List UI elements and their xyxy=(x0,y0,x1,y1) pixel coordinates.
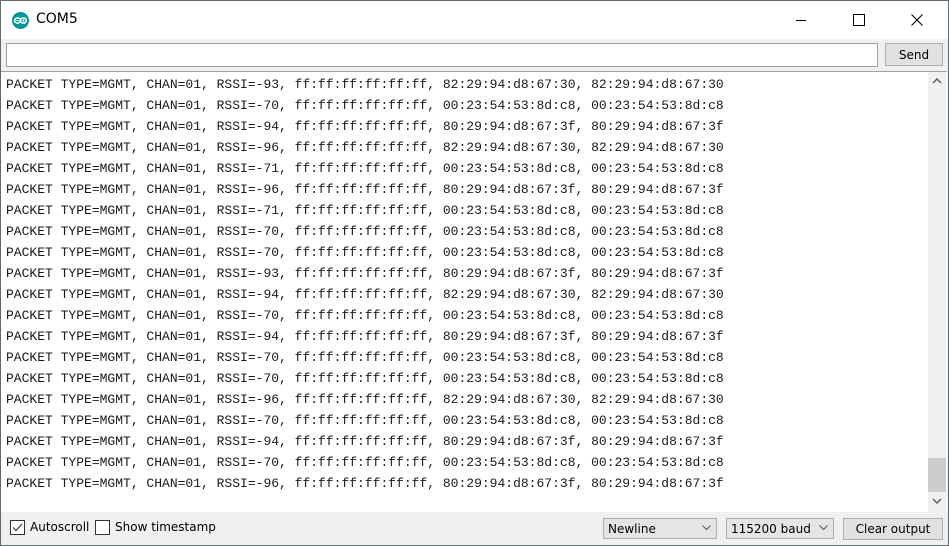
output-line: PACKET TYPE=MGMT, CHAN=01, RSSI=-71, ff:… xyxy=(6,203,724,218)
output-line: PACKET TYPE=MGMT, CHAN=01, RSSI=-93, ff:… xyxy=(6,266,724,281)
baud-rate-select[interactable]: 115200 baud xyxy=(726,518,834,539)
scroll-up-button[interactable] xyxy=(928,72,946,89)
output-line: PACKET TYPE=MGMT, CHAN=01, RSSI=-96, ff:… xyxy=(6,392,724,407)
output-line: PACKET TYPE=MGMT, CHAN=01, RSSI=-96, ff:… xyxy=(6,182,724,197)
send-bar: Send xyxy=(1,39,948,71)
title-bar: COM5 xyxy=(1,1,948,39)
minimize-icon xyxy=(796,20,806,21)
minimize-button[interactable] xyxy=(778,1,824,39)
output-line: PACKET TYPE=MGMT, CHAN=01, RSSI=-70, ff:… xyxy=(6,413,724,428)
arduino-logo-icon xyxy=(12,12,29,29)
line-ending-value: Newline xyxy=(608,522,656,536)
maximize-button[interactable] xyxy=(836,1,882,39)
show-timestamp-checkbox[interactable] xyxy=(95,520,110,535)
bottom-bar: Autoscroll Show timestamp Newline 115200… xyxy=(1,512,948,545)
output-line: PACKET TYPE=MGMT, CHAN=01, RSSI=-94, ff:… xyxy=(6,329,724,344)
clear-output-button[interactable]: Clear output xyxy=(843,518,943,540)
output-line: PACKET TYPE=MGMT, CHAN=01, RSSI=-70, ff:… xyxy=(6,224,724,239)
output-line: PACKET TYPE=MGMT, CHAN=01, RSSI=-70, ff:… xyxy=(6,455,724,470)
output-line: PACKET TYPE=MGMT, CHAN=01, RSSI=-94, ff:… xyxy=(6,119,724,134)
output-line: PACKET TYPE=MGMT, CHAN=01, RSSI=-94, ff:… xyxy=(6,434,724,449)
output-line: PACKET TYPE=MGMT, CHAN=01, RSSI=-70, ff:… xyxy=(6,98,724,113)
close-button[interactable] xyxy=(894,1,940,39)
close-icon xyxy=(911,14,923,26)
output-line: PACKET TYPE=MGMT, CHAN=01, RSSI=-70, ff:… xyxy=(6,245,724,260)
scrollbar-thumb[interactable] xyxy=(928,458,946,492)
serial-output[interactable]: PACKET TYPE=MGMT, CHAN=01, RSSI=-93, ff:… xyxy=(1,71,947,513)
output-line: PACKET TYPE=MGMT, CHAN=01, RSSI=-94, ff:… xyxy=(6,287,724,302)
vertical-scrollbar[interactable] xyxy=(928,72,946,512)
baud-rate-value: 115200 baud xyxy=(731,522,811,536)
output-line: PACKET TYPE=MGMT, CHAN=01, RSSI=-96, ff:… xyxy=(6,140,724,155)
maximize-icon xyxy=(853,14,865,26)
line-ending-select[interactable]: Newline xyxy=(603,518,717,539)
output-line: PACKET TYPE=MGMT, CHAN=01, RSSI=-70, ff:… xyxy=(6,350,724,365)
output-line: PACKET TYPE=MGMT, CHAN=01, RSSI=-96, ff:… xyxy=(6,476,724,491)
output-line: PACKET TYPE=MGMT, CHAN=01, RSSI=-93, ff:… xyxy=(6,77,724,92)
autoscroll-label: Autoscroll xyxy=(30,520,90,534)
output-line: PACKET TYPE=MGMT, CHAN=01, RSSI=-70, ff:… xyxy=(6,371,724,386)
send-button[interactable]: Send xyxy=(885,43,943,66)
chevron-down-icon xyxy=(702,525,711,531)
output-line: PACKET TYPE=MGMT, CHAN=01, RSSI=-71, ff:… xyxy=(6,161,724,176)
chevron-up-icon xyxy=(932,77,942,84)
send-input[interactable] xyxy=(6,43,878,67)
scroll-down-button[interactable] xyxy=(928,492,946,509)
show-timestamp-label: Show timestamp xyxy=(115,520,216,534)
chevron-down-icon xyxy=(932,497,942,504)
autoscroll-checkbox[interactable] xyxy=(10,520,25,535)
chevron-down-icon xyxy=(819,525,828,531)
window-title: COM5 xyxy=(36,11,78,27)
output-line: PACKET TYPE=MGMT, CHAN=01, RSSI=-70, ff:… xyxy=(6,308,724,323)
serial-monitor-window: COM5 Send PACKET TYPE=MGMT, CHAN=01, RSS… xyxy=(0,0,949,546)
output-lines: PACKET TYPE=MGMT, CHAN=01, RSSI=-93, ff:… xyxy=(6,74,724,494)
checkmark-icon xyxy=(12,523,23,532)
